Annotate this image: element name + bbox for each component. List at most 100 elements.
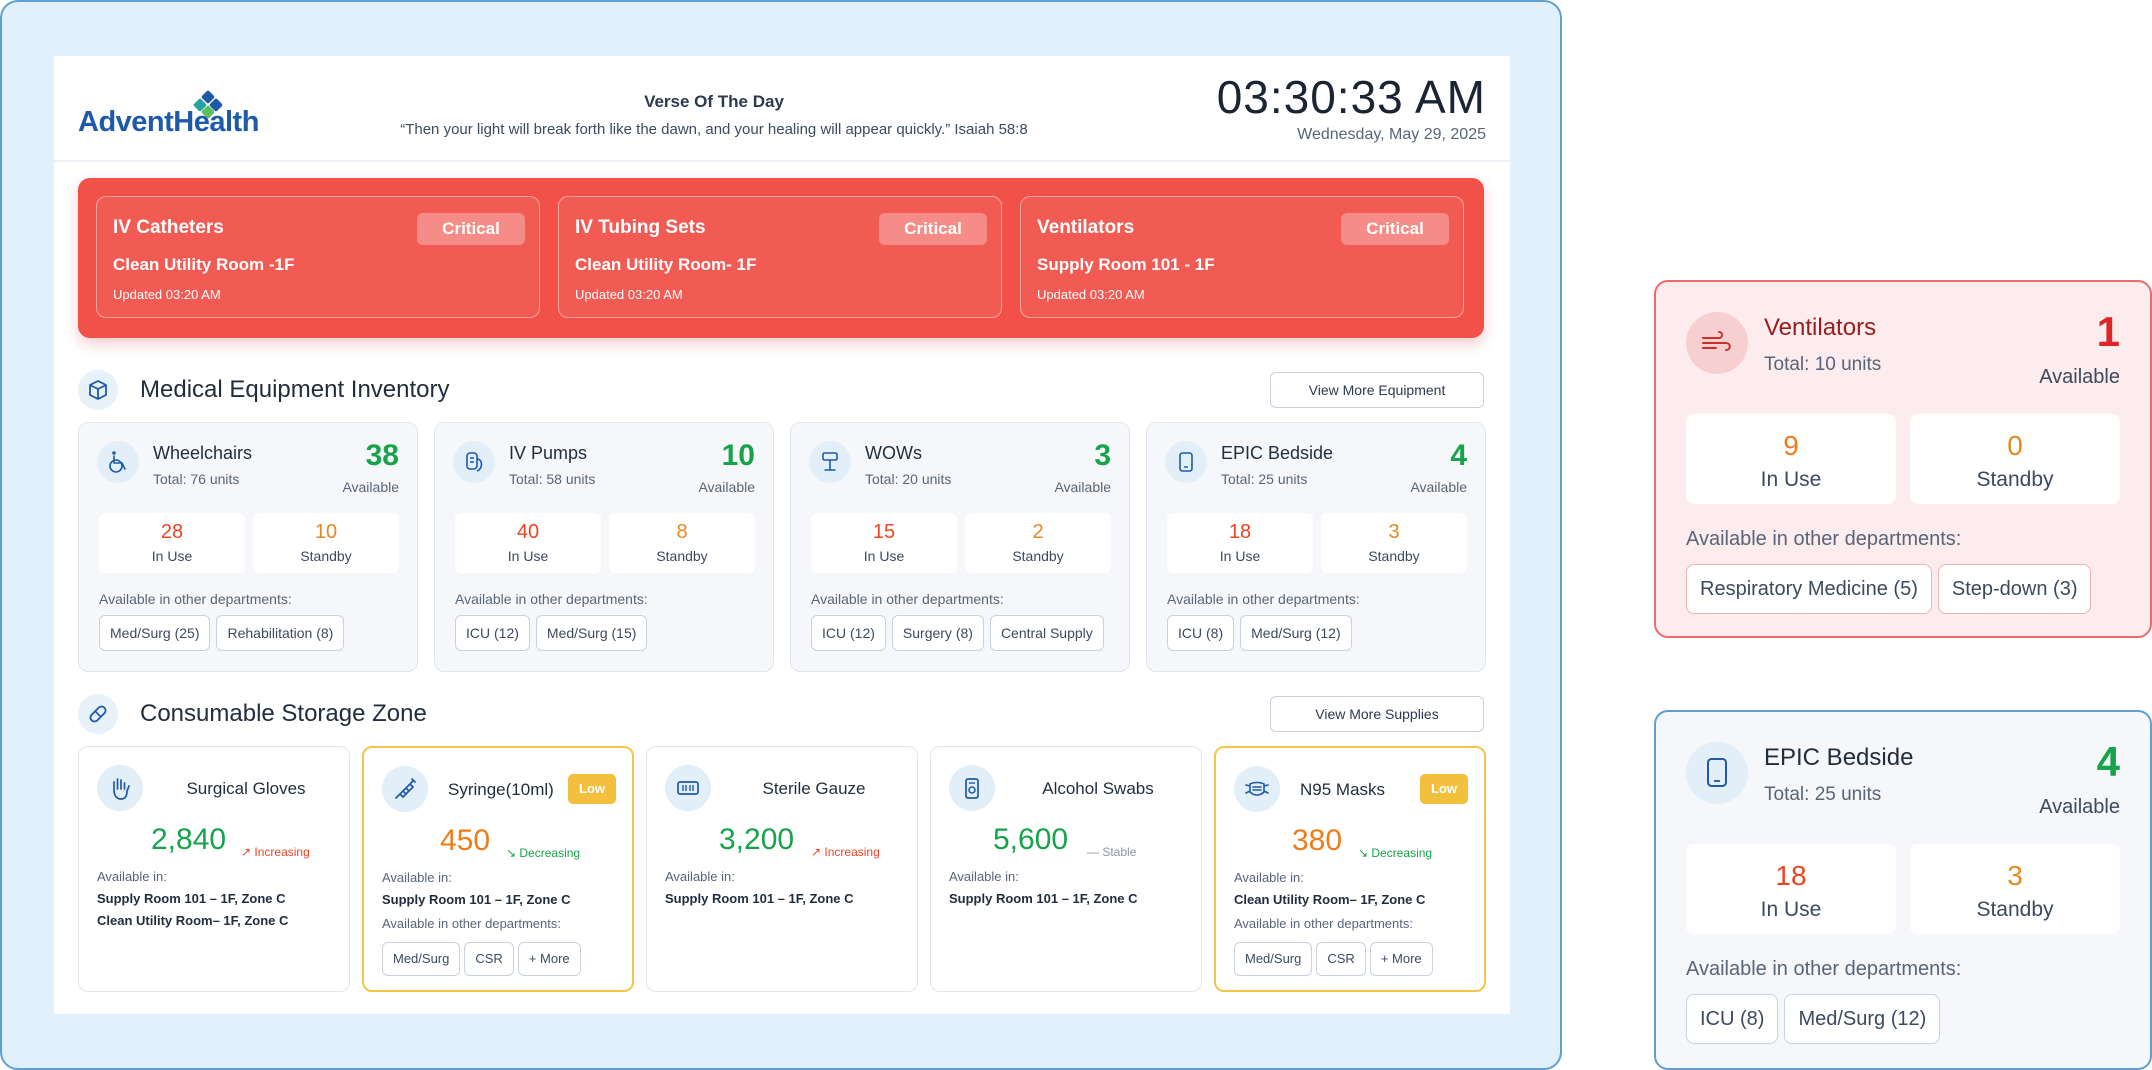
equipment-card-iv-pumps[interactable]: IV Pumps Total: 58 units 10 Available 40… xyxy=(434,422,774,672)
standby-stat: 2 Standby xyxy=(965,513,1111,573)
alert-location: Supply Room 101 - 1F xyxy=(1037,255,1215,274)
alert-item-name: IV Catheters xyxy=(113,217,224,238)
equipment-name: EPIC Bedside xyxy=(1221,443,1334,463)
detail-in-use-stat: 9 In Use xyxy=(1686,414,1896,504)
trend-indicator: ↘ Decreasing xyxy=(1358,846,1432,860)
alert-location: Clean Utility Room -1F xyxy=(113,255,295,274)
consumable-card-surgical-gloves[interactable]: Surgical Gloves 2,840 ↗ Increasing Avail… xyxy=(78,746,350,992)
box-icon xyxy=(78,370,118,410)
alert-card[interactable]: IV Catheters Critical Clean Utility Room… xyxy=(96,196,540,318)
trend-label: Decreasing xyxy=(1371,846,1433,860)
detail-name: EPIC Bedside xyxy=(1764,744,1914,771)
department-chip[interactable]: Med/Surg (12) xyxy=(1240,615,1352,651)
equipment-card-epic-bedside[interactable]: EPIC Bedside Total: 25 units 4 Available… xyxy=(1146,422,1486,672)
verse-text: “Then your light will break forth like t… xyxy=(400,121,1028,138)
standby-label: Standby xyxy=(1012,548,1064,564)
wheelchair-icon xyxy=(97,441,139,483)
standby-count: 10 xyxy=(314,521,338,543)
in-use-stat: 40 In Use xyxy=(455,513,601,573)
consumable-card-alcohol-swabs[interactable]: Alcohol Swabs 5,600 — Stable Available i… xyxy=(930,746,1202,992)
department-chip[interactable]: ICU (12) xyxy=(811,615,886,651)
department-chip[interactable]: Med/Surg (12) xyxy=(1784,994,1941,1044)
equipment-name: Wheelchairs xyxy=(153,443,253,463)
in-use-count: 15 xyxy=(872,521,896,543)
in-use-count: 18 xyxy=(1228,521,1252,543)
in-use-stat: 28 In Use xyxy=(99,513,245,573)
in-use-count: 40 xyxy=(516,521,540,543)
available-count: 38 xyxy=(365,439,399,472)
header: AdventHealth Verse Of The Day “Then your… xyxy=(54,56,1510,162)
standby-label: Standby xyxy=(656,548,708,564)
in-use-label: In Use xyxy=(151,548,193,564)
detail-available-count: 4 xyxy=(2096,738,2120,785)
epic-bedside-detail-card[interactable]: EPIC Bedside Total: 25 units 4 Available… xyxy=(1654,710,2152,1070)
detail-available-count: 1 xyxy=(2096,308,2120,355)
other-departments-label: Available in other departments: xyxy=(455,591,648,607)
standby-stat: 3 Standby xyxy=(1321,513,1467,573)
alert-card[interactable]: Ventilators Critical Supply Room 101 - 1… xyxy=(1020,196,1464,318)
department-chip[interactable]: Med/Surg (15) xyxy=(535,615,648,651)
consumable-card-syringe[interactable]: Syringe(10ml) Low 450 ↘ Decreasing Avail… xyxy=(362,746,634,992)
available-label: Available xyxy=(1410,479,1467,495)
trend-indicator: — Stable xyxy=(1087,845,1136,859)
department-chip[interactable]: ICU (8) xyxy=(1686,994,1779,1044)
trend-indicator: ↗ Increasing xyxy=(241,845,310,859)
department-chip[interactable]: Surgery (8) xyxy=(891,615,984,651)
in-use-stat: 15 In Use xyxy=(811,513,957,573)
department-chip[interactable]: Step-down (3) xyxy=(1937,564,2092,614)
equipment-card-wheelchairs[interactable]: Wheelchairs Total: 76 units 38 Available… xyxy=(78,422,418,672)
trend-down-icon: ↘ xyxy=(506,846,520,860)
available-count: 10 xyxy=(721,439,755,472)
available-in-label: Available in: xyxy=(382,870,452,885)
alert-updated: Updated 03:20 AM xyxy=(1037,287,1145,302)
department-chips: ICU (12) Med/Surg (15) xyxy=(455,615,648,651)
other-departments-label: Available in other departments: xyxy=(382,916,561,931)
available-label: Available xyxy=(1054,479,1111,495)
standby-stat: 8 Standby xyxy=(609,513,755,573)
logo: AdventHealth xyxy=(78,89,268,144)
other-departments-label: Available in other departments: xyxy=(99,591,292,607)
view-more-equipment-button[interactable]: View More Equipment xyxy=(1270,372,1484,408)
detail-other-departments-label: Available in other departments: xyxy=(1686,528,1962,550)
critical-alert-banner: IV Catheters Critical Clean Utility Room… xyxy=(78,178,1484,338)
department-chip[interactable]: ICU (8) xyxy=(1167,615,1235,651)
department-chip[interactable]: Central Supply xyxy=(989,615,1104,651)
department-chip[interactable]: Med/Surg (25) xyxy=(99,615,211,651)
equipment-total: Total: 58 units xyxy=(509,471,596,487)
standby-count: 8 xyxy=(676,521,688,543)
detail-standby-label: Standby xyxy=(1976,898,2054,921)
detail-department-chips: Respiratory Medicine (5) Step-down (3) xyxy=(1686,564,2092,614)
critical-badge: Critical xyxy=(879,213,987,245)
dashboard: AdventHealth Verse Of The Day “Then your… xyxy=(54,56,1510,1014)
alert-item-name: Ventilators xyxy=(1037,217,1135,238)
available-label: Available xyxy=(698,479,755,495)
equipment-card-wows[interactable]: WOWs Total: 20 units 3 Available 15 In Us… xyxy=(790,422,1130,672)
clock-date: Wednesday, May 29, 2025 xyxy=(1297,126,1486,143)
trend-indicator: ↗ Increasing xyxy=(811,845,880,859)
alert-location: Clean Utility Room- 1F xyxy=(575,255,757,274)
view-more-supplies-button[interactable]: View More Supplies xyxy=(1270,696,1484,732)
department-chip[interactable]: Respiratory Medicine (5) xyxy=(1686,564,1932,614)
consumable-card-sterile-gauze[interactable]: Sterile Gauze 3,200 ↗ Increasing Availab… xyxy=(646,746,918,992)
consumable-quantity: 3,200 xyxy=(719,823,795,856)
consumable-name: N95 Masks xyxy=(1300,780,1386,799)
department-chip[interactable]: Med/Surg xyxy=(1234,942,1313,976)
department-chip[interactable]: CSR xyxy=(1316,942,1366,976)
alert-card[interactable]: IV Tubing Sets Critical Clean Utility Ro… xyxy=(558,196,1002,318)
department-chip[interactable]: ICU (12) xyxy=(455,615,530,651)
standby-stat: 10 Standby xyxy=(253,513,399,573)
more-departments-chip[interactable]: + More xyxy=(517,942,581,976)
ventilators-detail-card[interactable]: Ventilators Total: 10 units 1 Available … xyxy=(1654,280,2152,638)
detail-other-departments-label: Available in other departments: xyxy=(1686,958,1962,980)
gauze-icon xyxy=(665,765,711,811)
consumable-name: Sterile Gauze xyxy=(762,779,866,798)
department-chip[interactable]: Med/Surg xyxy=(382,942,461,976)
standby-label: Standby xyxy=(1368,548,1420,564)
detail-in-use-label: In Use xyxy=(1760,468,1822,491)
consumable-card-n95-masks[interactable]: N95 Masks Low 380 ↘ Decreasing Available… xyxy=(1214,746,1486,992)
more-departments-chip[interactable]: + More xyxy=(1369,942,1433,976)
department-chip[interactable]: Rehabilitation (8) xyxy=(216,615,345,651)
department-chip[interactable]: CSR xyxy=(464,942,514,976)
trend-label: Increasing xyxy=(254,845,310,859)
available-count: 4 xyxy=(1450,439,1467,472)
